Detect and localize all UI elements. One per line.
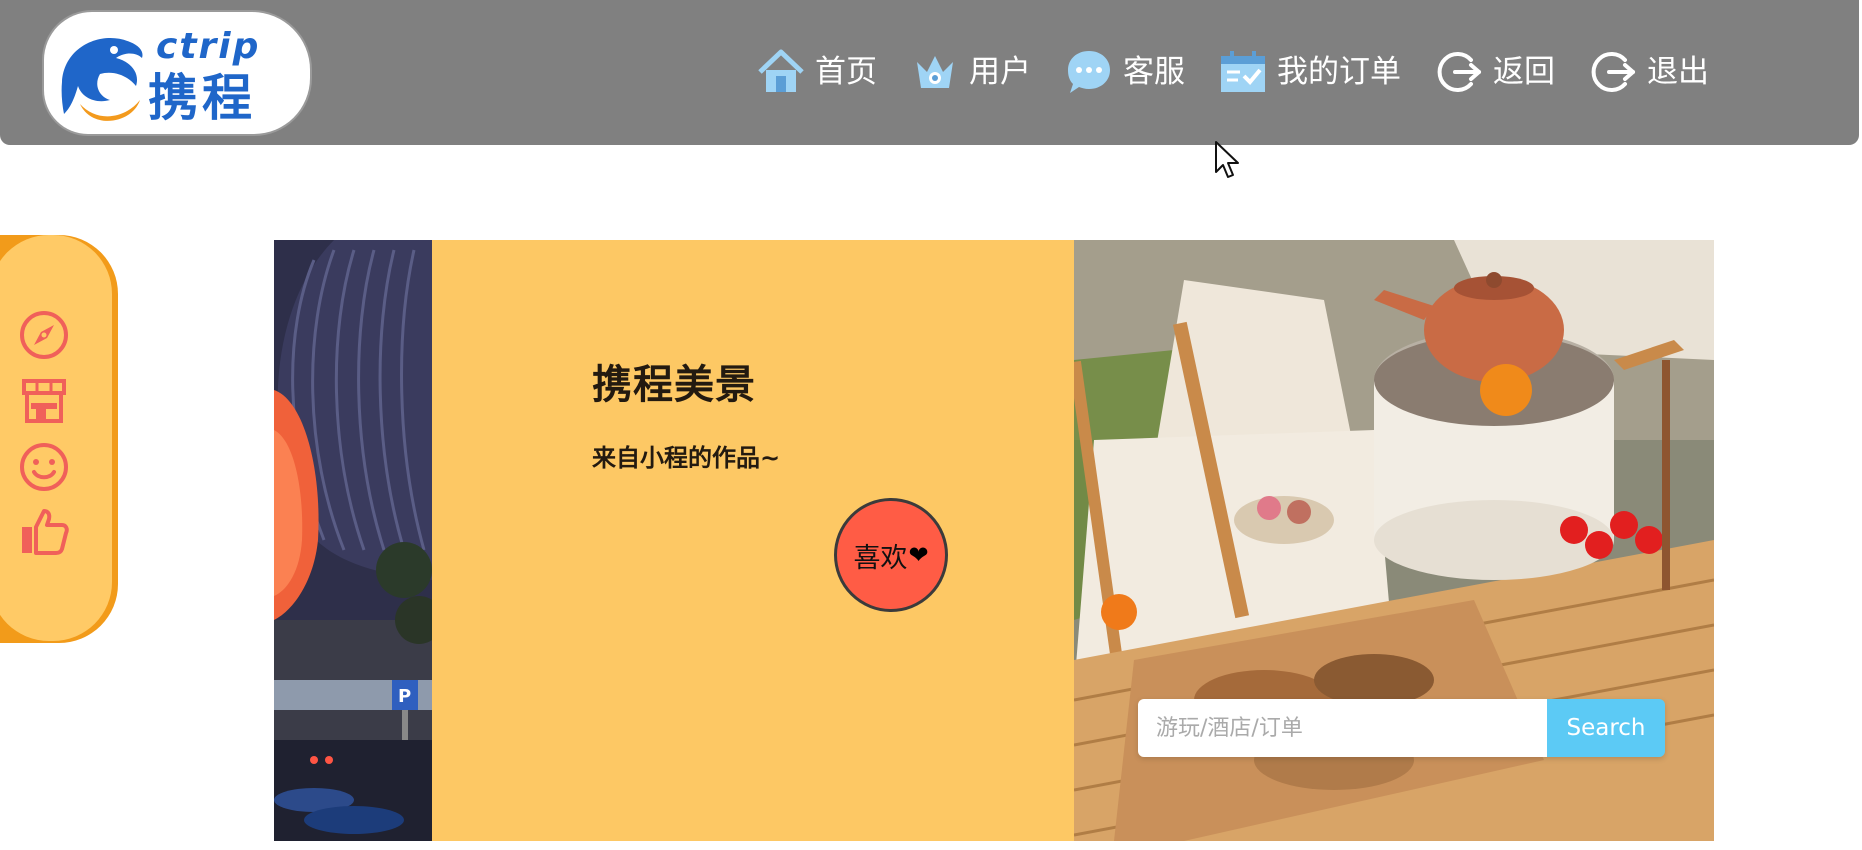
brand-chinese: 携程: [148, 69, 256, 127]
smile-icon[interactable]: [18, 441, 70, 493]
search-bar: Search: [1138, 699, 1665, 757]
nav-home[interactable]: 首页: [755, 46, 877, 98]
main-nav: 首页 用户 客服 我的订单 返回 退出: [755, 36, 1709, 108]
heart-icon: ❤: [908, 541, 929, 569]
search-input[interactable]: [1138, 699, 1547, 757]
nav-user[interactable]: 用户: [909, 46, 1031, 98]
side-toolbar: [0, 235, 112, 641]
top-header: ctrip 携程 首页 用户 客服 我的订单 返回 退出: [0, 0, 1859, 145]
user-crown-icon: [909, 46, 961, 98]
store-icon[interactable]: [18, 375, 70, 427]
back-arrow-icon: [1433, 46, 1485, 98]
compass-icon[interactable]: [18, 309, 70, 361]
nav-back[interactable]: 返回: [1433, 46, 1555, 98]
nav-home-label: 首页: [815, 54, 877, 90]
brand-english: ctrip: [156, 26, 261, 67]
nav-service-label: 客服: [1123, 54, 1185, 90]
slide-text-panel: 携程美景 来自小程的作品~ 喜欢 ❤: [432, 240, 1223, 841]
nav-orders[interactable]: 我的订单: [1217, 46, 1401, 98]
ctrip-logo[interactable]: ctrip 携程: [44, 12, 310, 134]
search-button[interactable]: Search: [1547, 699, 1665, 757]
banner-subtitle: 来自小程的作品~: [592, 444, 781, 472]
like-button-label: 喜欢: [853, 542, 908, 574]
like-button[interactable]: 喜欢 ❤: [834, 498, 948, 612]
slide-photo-building: P: [274, 240, 432, 841]
banner-title: 携程美景: [592, 362, 756, 408]
nav-logout[interactable]: 退出: [1587, 46, 1709, 98]
nav-service[interactable]: 客服: [1063, 46, 1185, 98]
dolphin-logo-icon: [61, 38, 143, 121]
nav-orders-label: 我的订单: [1277, 54, 1401, 90]
home-icon: [755, 46, 807, 98]
nav-logout-label: 退出: [1647, 54, 1709, 90]
svg-text:P: P: [398, 686, 411, 707]
chat-bubble-icon: [1063, 46, 1115, 98]
calendar-check-icon: [1217, 46, 1269, 98]
thumbs-up-icon[interactable]: [18, 505, 70, 557]
nav-back-label: 返回: [1493, 54, 1555, 90]
nav-user-label: 用户: [969, 54, 1031, 90]
mouse-cursor-icon: [1215, 141, 1239, 178]
logout-icon: [1587, 46, 1639, 98]
